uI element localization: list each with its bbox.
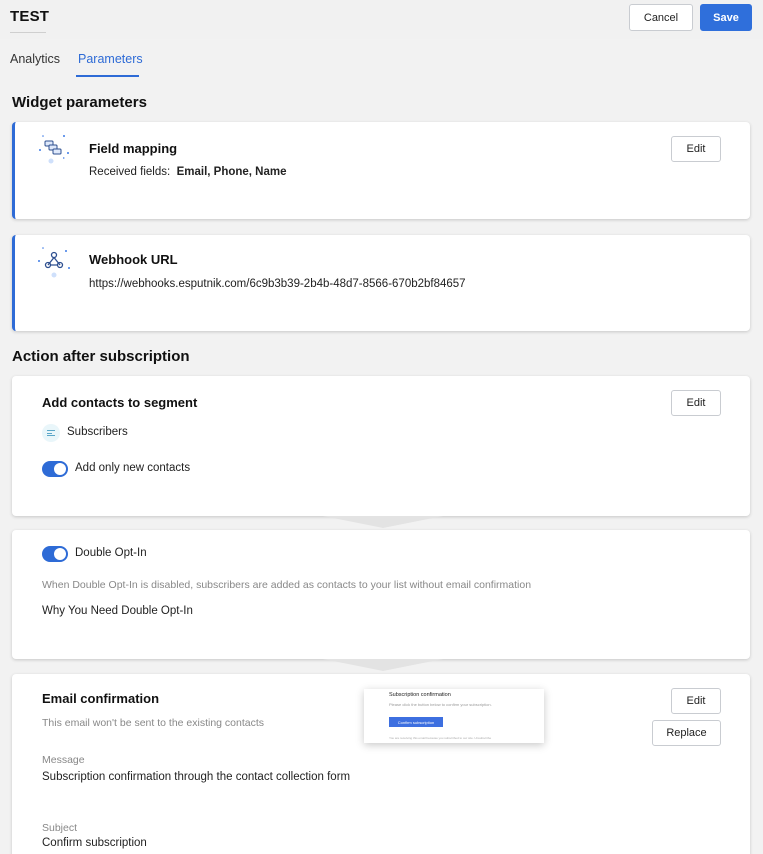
email-confirmation-hint: This email won't be sent to the existing… [42,717,265,729]
main-content: Analytics Parameters Widget parameters F… [0,39,763,854]
segment-card: Add contacts to segment Edit Subscribers… [12,376,750,516]
message-value: Subscription confirmation through the co… [42,771,351,783]
segment-icon [42,424,60,442]
cancel-button[interactable]: Cancel [629,4,693,31]
double-opt-in-label: Double Opt-In [75,547,147,559]
double-opt-in-card: Double Opt-In When Double Opt-In is disa… [12,530,750,659]
why-double-opt-in-link[interactable]: Why You Need Double Opt-In [42,605,193,617]
received-fields-value: Email, Phone, Name [176,166,287,178]
segment-name: Subscribers [67,426,128,438]
segment-edit-button[interactable]: Edit [671,390,721,416]
flow-connector [323,659,443,671]
webhook-title: Webhook URL [89,252,178,267]
received-fields-label: Received fields: [89,166,171,178]
email-confirmation-title: Email confirmation [42,691,160,706]
save-button[interactable]: Save [700,4,752,31]
action-after-subscription-heading: Action after subscription [12,348,190,365]
add-only-new-contacts-toggle[interactable] [42,461,68,477]
field-mapping-edit-button[interactable]: Edit [671,136,721,162]
webhook-icon [38,247,70,278]
received-fields: Received fields: Email, Phone, Name [89,166,287,178]
tab-analytics[interactable]: Analytics [10,52,60,66]
preview-title: Subscription confirmation [389,692,451,698]
preview-body: Please click the button below to confirm… [389,702,492,707]
page-title: TEST [10,8,50,25]
email-preview-thumbnail[interactable]: Subscription confirmation Please click t… [364,689,544,743]
webhook-card: Webhook URL https://webhooks.esputnik.co… [12,235,750,331]
add-only-new-contacts-label: Add only new contacts [75,462,191,474]
tab-parameters[interactable]: Parameters [78,52,143,66]
segment-title: Add contacts to segment [42,395,198,410]
active-tab-indicator [76,75,139,77]
webhook-url: https://webhooks.esputnik.com/6c9b3b39-2… [89,278,466,290]
subject-label: Subject [42,822,78,834]
field-mapping-title: Field mapping [89,141,178,156]
email-replace-button[interactable]: Replace [652,720,721,746]
widget-parameters-heading: Widget parameters [12,94,147,111]
top-bar: TEST Cancel Save [0,0,763,39]
email-edit-button[interactable]: Edit [671,688,721,714]
double-opt-in-toggle[interactable] [42,546,68,562]
flow-connector [323,516,443,528]
tab-bar: Analytics Parameters [0,39,763,79]
title-underline [10,32,46,33]
preview-footer: You are receiving this email because you… [389,736,492,740]
preview-confirm-button: Confirm subscription [389,717,443,727]
message-label: Message [42,754,85,766]
field-mapping-icon [39,135,69,164]
double-opt-in-hint: When Double Opt-In is disabled, subscrib… [42,579,532,591]
subject-value: Confirm subscription [42,837,147,849]
field-mapping-card: Field mapping Received fields: Email, Ph… [12,122,750,219]
